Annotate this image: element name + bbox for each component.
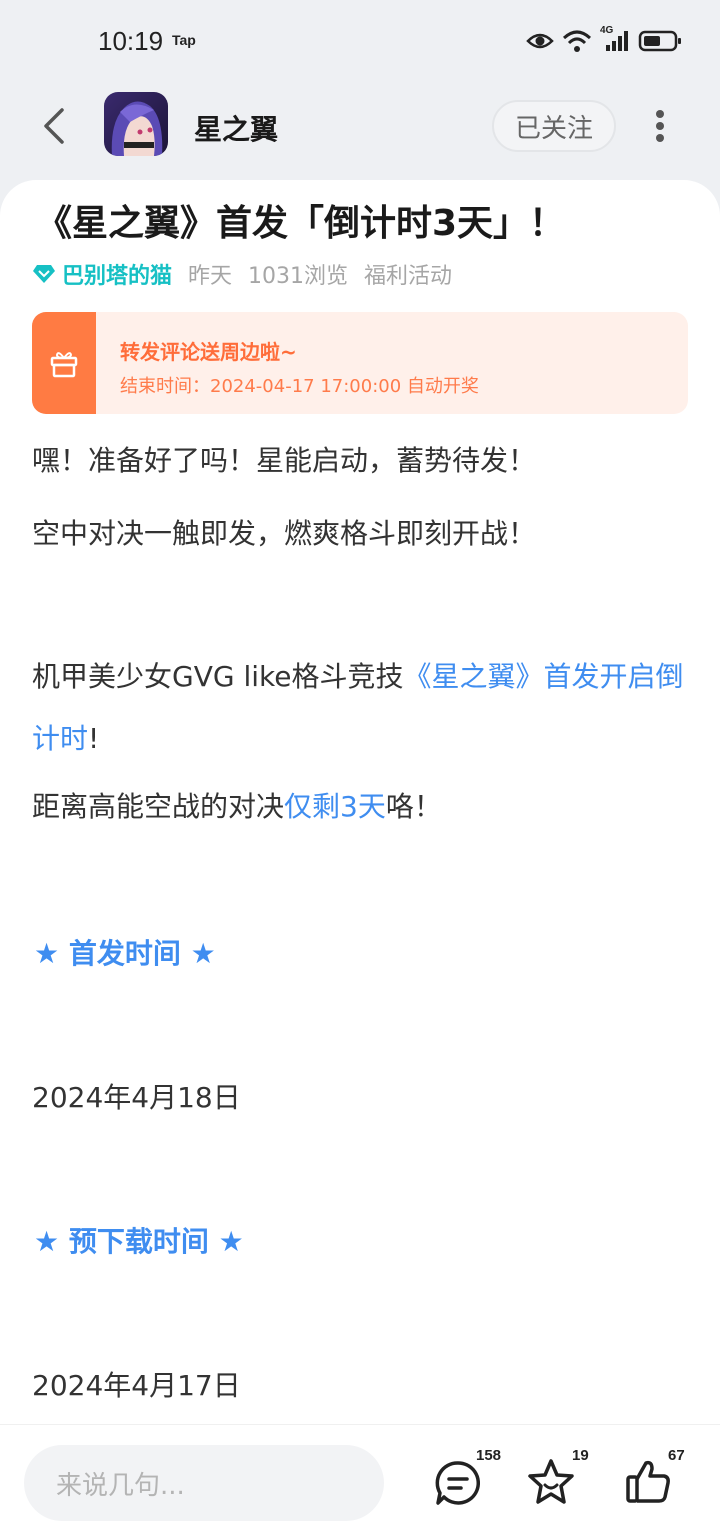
like-button[interactable]: 67 — [624, 1447, 685, 1511]
paragraph-4-text: 距离高能空战的对决 — [32, 790, 285, 823]
status-carrier-tag: Tap — [172, 32, 196, 48]
chevron-left-icon — [44, 108, 64, 144]
post-time: 昨天 — [188, 264, 233, 289]
battery-icon — [638, 29, 682, 53]
wifi-icon — [562, 29, 592, 53]
predownload-time-heading: ★ 预下载时间 ★ — [34, 1225, 244, 1258]
app-avatar[interactable] — [104, 92, 168, 156]
promo-end-time: 结束时间：2024-04-17 17:00:00 自动开奖 — [120, 376, 479, 397]
status-icons: 4G — [526, 25, 682, 56]
comment-button[interactable]: 158 — [432, 1447, 501, 1511]
paragraph-1: 嘿！准备好了吗！星能启动，蓄势待发！ — [32, 444, 537, 477]
like-count: 67 — [668, 1447, 685, 1464]
bottom-action-bar: 来说几句... 158 19 67 — [0, 1424, 720, 1540]
launch-date: 2024年4月18日 — [32, 1081, 241, 1114]
post-category[interactable]: 福利活动 — [364, 258, 452, 290]
comment-icon — [435, 1461, 481, 1505]
launch-time-heading: ★ 首发时间 ★ — [34, 937, 216, 970]
back-button[interactable] — [30, 102, 78, 150]
predownload-date: 2024年4月17日 — [32, 1369, 241, 1402]
top-nav-bar: 星之翼 已关注 — [0, 80, 720, 176]
status-time: 10:19 — [98, 26, 164, 56]
network-type: 4G — [600, 25, 614, 36]
paragraph-3-text: 机甲美少女GVG like格斗竞技 — [32, 660, 404, 693]
status-bar: 10:19 Tap 4G — [0, 0, 720, 80]
more-options-button[interactable] — [640, 102, 680, 150]
star-icon — [528, 1459, 574, 1504]
paragraph-2: 空中对决一触即发，燃爽格斗即刻开战！ — [32, 517, 537, 550]
remaining-days-link[interactable]: 仅剩3天 — [284, 790, 386, 823]
promo-banner[interactable]: 转发评论送周边啦~ 结束时间：2024-04-17 17:00:00 自动开奖 — [32, 312, 688, 414]
favorite-count: 19 — [572, 1447, 589, 1464]
promo-title: 转发评论送周边啦~ — [120, 340, 297, 364]
post-content-card: 《星之翼》首发「倒计时3天」！ 巴别塔的猫 昨天 1031浏览 福利活动 转发评… — [0, 180, 720, 1430]
app-name[interactable]: 星之翼 — [194, 108, 278, 148]
promo-icon-box — [32, 312, 96, 414]
paragraph-4-suffix: 咯！ — [385, 790, 442, 823]
comment-input[interactable]: 来说几句... — [24, 1445, 384, 1521]
gift-icon — [50, 352, 78, 378]
post-title: 《星之翼》首发「倒计时3天」！ — [36, 203, 566, 244]
comment-count: 158 — [476, 1447, 502, 1464]
diamond-icon — [32, 263, 56, 285]
author-name[interactable]: 巴别塔的猫 — [62, 258, 172, 290]
eye-icon — [526, 31, 554, 51]
favorite-button[interactable]: 19 — [526, 1447, 589, 1511]
follow-button[interactable]: 已关注 — [492, 100, 616, 152]
paragraph-4: 距离高能空战的对决仅剩3天咯！ — [32, 776, 692, 838]
post-meta: 巴别塔的猫 昨天 1031浏览 福利活动 — [32, 258, 452, 290]
thumbs-up-icon — [626, 1460, 670, 1503]
more-vertical-icon — [656, 110, 664, 142]
view-count: 1031浏览 — [248, 264, 349, 289]
paragraph-3: 机甲美少女GVG like格斗竞技《星之翼》首发开启倒计时! — [32, 646, 692, 770]
signal-icon: 4G — [600, 25, 630, 53]
paragraph-3-suffix: ! — [88, 722, 100, 755]
